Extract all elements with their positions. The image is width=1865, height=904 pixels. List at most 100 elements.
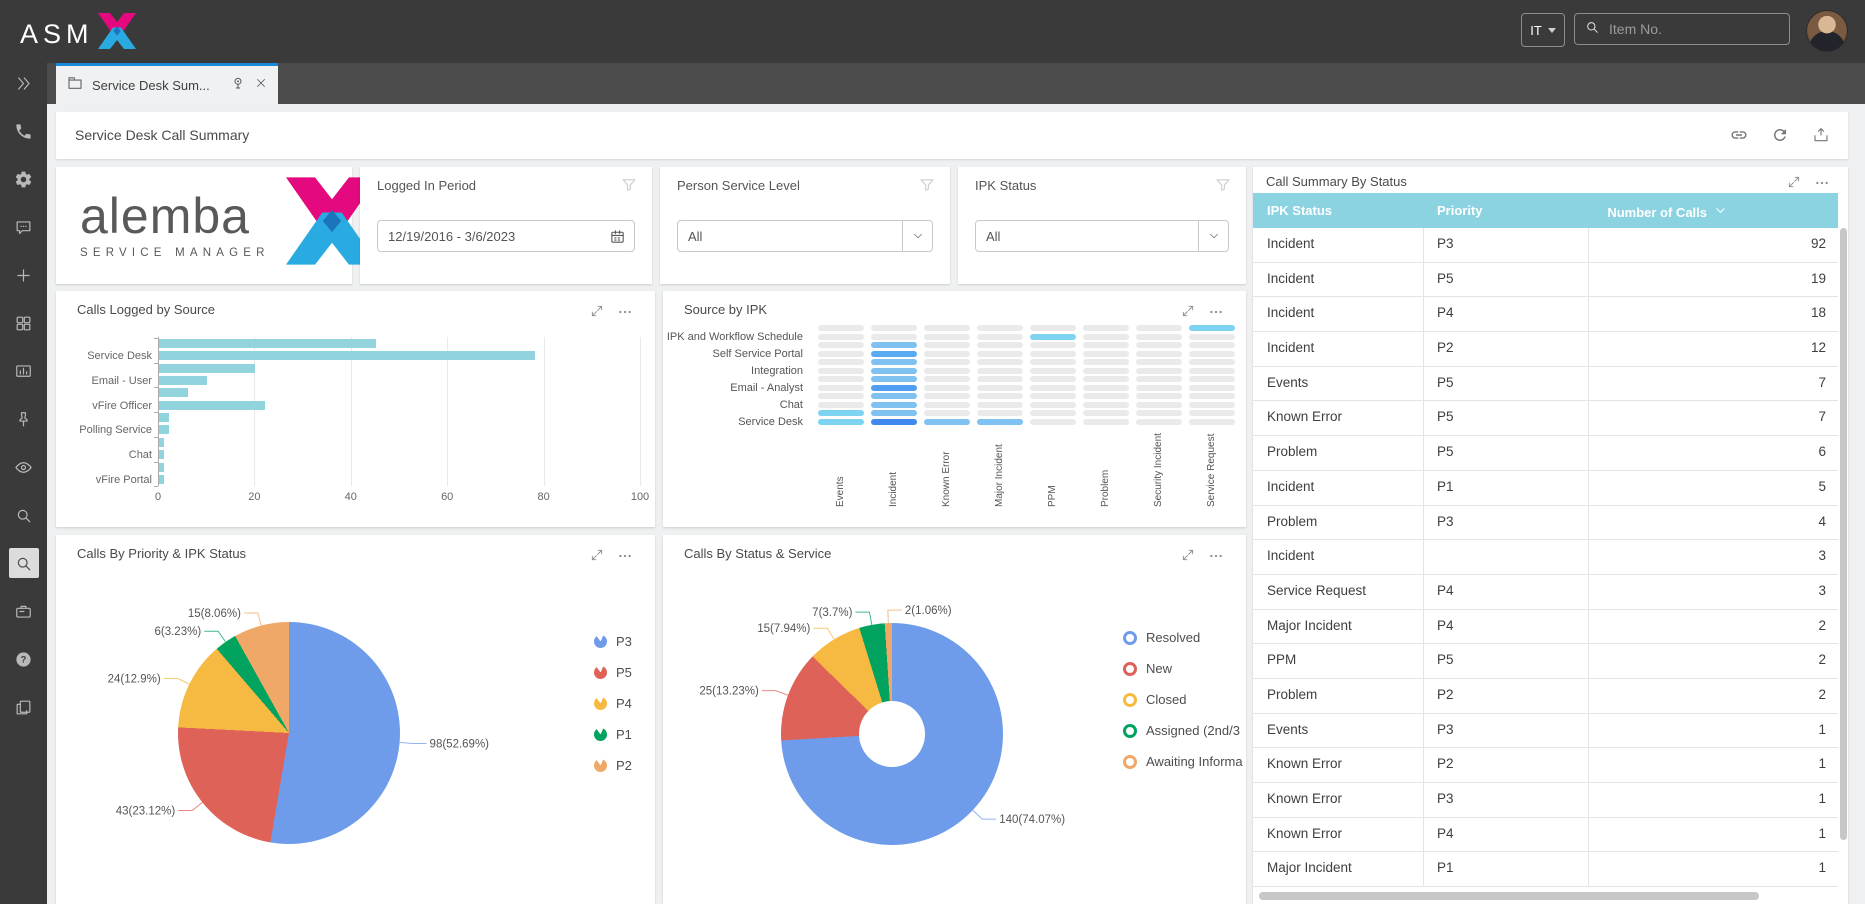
sidebar-item-pinned[interactable] (0, 402, 47, 436)
cell-r6-c6[interactable] (1136, 376, 1182, 382)
funnel-icon[interactable] (918, 176, 936, 199)
legend-item-p5[interactable]: P5 (594, 665, 632, 680)
cell-r4-c2[interactable] (924, 359, 970, 365)
sidebar-item-expand-sidebar[interactable] (0, 66, 47, 100)
sidebar-item-toolbox[interactable] (0, 594, 47, 628)
vertical-scrollbar[interactable] (1840, 228, 1847, 840)
table-row[interactable]: Events P3 1 (1253, 714, 1838, 749)
cell-r2-c3[interactable] (977, 342, 1023, 348)
cell-r10-c1[interactable] (871, 410, 917, 416)
legend-item-p4[interactable]: P4 (594, 696, 632, 711)
bar-vFire Portal-11[interactable] (159, 475, 164, 484)
table-row[interactable]: Incident P2 12 (1253, 332, 1838, 367)
table-row[interactable]: Major Incident P4 2 (1253, 610, 1838, 645)
funnel-icon[interactable] (1214, 176, 1232, 199)
cell-r9-c4[interactable] (1030, 402, 1076, 408)
cell-r10-c4[interactable] (1030, 410, 1076, 416)
cell-r6-c5[interactable] (1083, 376, 1129, 382)
date-range-input[interactable]: 12/19/2016 - 3/6/2023 (377, 220, 635, 252)
cell-r11-c1[interactable] (871, 419, 917, 425)
cell-r3-c2[interactable] (924, 351, 970, 357)
cell-r6-c0[interactable] (818, 376, 864, 382)
cell-r0-c3[interactable] (977, 325, 1023, 331)
table-row[interactable]: Events P5 7 (1253, 367, 1838, 402)
table-row[interactable]: Problem P3 4 (1253, 506, 1838, 541)
cell-r5-c0[interactable] (818, 368, 864, 374)
cell-r11-c7[interactable] (1189, 419, 1235, 425)
cell-r10-c5[interactable] (1083, 410, 1129, 416)
cell-r1-c1[interactable] (871, 334, 917, 340)
cell-r10-c3[interactable] (977, 410, 1023, 416)
export-icon[interactable] (1812, 126, 1830, 149)
cell-r4-c5[interactable] (1083, 359, 1129, 365)
cell-r8-c2[interactable] (924, 393, 970, 399)
cell-r10-c7[interactable] (1189, 410, 1235, 416)
cell-r7-c5[interactable] (1083, 385, 1129, 391)
cell-r3-c6[interactable] (1136, 351, 1182, 357)
sort-desc-icon[interactable] (1713, 203, 1728, 221)
cell-r6-c3[interactable] (977, 376, 1023, 382)
table-row[interactable]: Incident P4 18 (1253, 297, 1838, 332)
cell-r11-c2[interactable] (924, 419, 970, 425)
table-row[interactable]: Problem P2 2 (1253, 679, 1838, 714)
item-search-input[interactable] (1607, 20, 1780, 38)
legend-item-p3[interactable]: P3 (594, 634, 632, 649)
table-row[interactable]: Incident P5 19 (1253, 263, 1838, 298)
cell-r3-c0[interactable] (818, 351, 864, 357)
table-row[interactable]: Known Error P5 7 (1253, 401, 1838, 436)
cell-r5-c5[interactable] (1083, 368, 1129, 374)
cell-r9-c2[interactable] (924, 402, 970, 408)
cell-r9-c5[interactable] (1083, 402, 1129, 408)
bar-Polling Service-7[interactable] (159, 425, 169, 434)
user-avatar[interactable] (1806, 10, 1848, 52)
cell-r2-c1[interactable] (871, 342, 917, 348)
cell-r6-c4[interactable] (1030, 376, 1076, 382)
horizontal-scrollbar[interactable] (1259, 892, 1759, 900)
tab-service-desk-summary[interactable]: Service Desk Sum... (56, 63, 278, 104)
cell-r9-c7[interactable] (1189, 402, 1235, 408)
cell-r0-c6[interactable] (1136, 325, 1182, 331)
sidebar-item-open-windows[interactable] (0, 690, 47, 724)
cell-r7-c3[interactable] (977, 385, 1023, 391)
bar-Email - User-3[interactable] (159, 376, 207, 385)
cell-r5-c7[interactable] (1189, 368, 1235, 374)
cell-r7-c0[interactable] (818, 385, 864, 391)
bar-vFire Officer-5[interactable] (159, 401, 265, 410)
cell-r6-c7[interactable] (1189, 376, 1235, 382)
cell-r8-c3[interactable] (977, 393, 1023, 399)
cell-r11-c3[interactable] (977, 419, 1023, 425)
bar-sub-8[interactable] (159, 438, 164, 447)
legend-item-resolved[interactable]: Resolved (1123, 630, 1200, 645)
person-service-level-select[interactable]: All (677, 220, 933, 252)
cell-r1-c6[interactable] (1136, 334, 1182, 340)
table-row[interactable]: Service Request P4 3 (1253, 575, 1838, 610)
cell-r10-c2[interactable] (924, 410, 970, 416)
cell-r9-c1[interactable] (871, 402, 917, 408)
cell-r7-c2[interactable] (924, 385, 970, 391)
cell-r0-c0[interactable] (818, 325, 864, 331)
sidebar-item-search-active[interactable] (0, 546, 47, 580)
cell-r7-c4[interactable] (1030, 385, 1076, 391)
cell-r3-c4[interactable] (1030, 351, 1076, 357)
chevron-down-icon[interactable] (902, 221, 932, 251)
sidebar-item-search[interactable] (0, 498, 47, 532)
cell-r0-c4[interactable] (1030, 325, 1076, 331)
chevron-down-icon[interactable] (1198, 221, 1228, 251)
table-row[interactable]: Major Incident P1 1 (1253, 852, 1838, 887)
cell-r2-c6[interactable] (1136, 342, 1182, 348)
cell-r8-c0[interactable] (818, 393, 864, 399)
cell-r9-c0[interactable] (818, 402, 864, 408)
table-row[interactable]: Known Error P4 1 (1253, 818, 1838, 853)
cell-r2-c4[interactable] (1030, 342, 1076, 348)
cell-r3-c7[interactable] (1189, 351, 1235, 357)
cell-r3-c1[interactable] (871, 351, 917, 357)
cell-r7-c6[interactable] (1136, 385, 1182, 391)
cell-r11-c5[interactable] (1083, 419, 1129, 425)
cell-r11-c4[interactable] (1030, 419, 1076, 425)
legend-item-awaiting-informa[interactable]: Awaiting Informa (1123, 754, 1243, 769)
cell-r8-c1[interactable] (871, 393, 917, 399)
cell-r6-c2[interactable] (924, 376, 970, 382)
cell-r8-c4[interactable] (1030, 393, 1076, 399)
legend-item-new[interactable]: New (1123, 661, 1172, 676)
legend-item-p1[interactable]: P1 (594, 727, 632, 742)
